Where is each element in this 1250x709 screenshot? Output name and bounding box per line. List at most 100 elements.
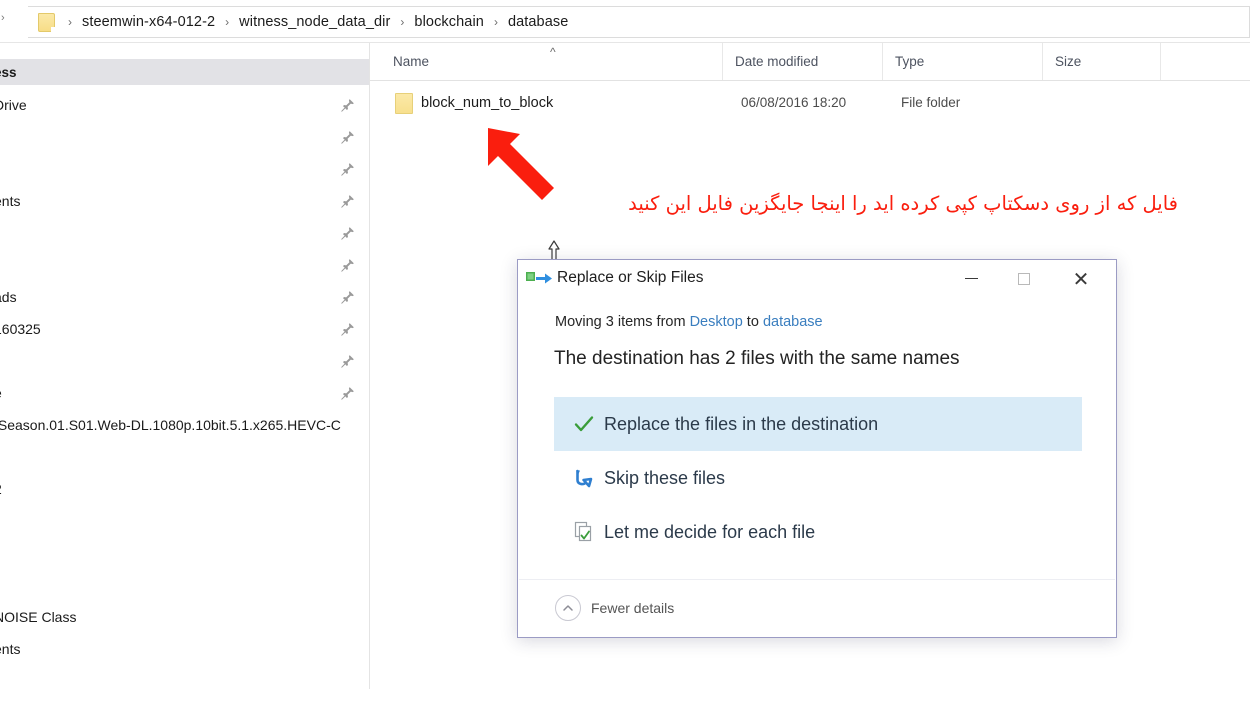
column-header-date-modified[interactable]: Date modified [722, 43, 882, 80]
sidebar-item[interactable]: 160325 [0, 313, 369, 345]
sidebar-item[interactable]: ads [0, 281, 369, 313]
option-skip-files[interactable]: Skip these files [554, 451, 1082, 505]
sidebar-item-label: 160325 [0, 321, 41, 337]
option-decide-each-file[interactable]: Let me decide for each file [554, 505, 1082, 559]
column-header-date-label: Date modified [735, 54, 819, 69]
column-headers: Name ^ Date modified Type Size [370, 43, 1250, 81]
sidebar-item[interactable]: NOISE Class [0, 601, 369, 633]
sidebar-item-label: 2 [0, 481, 2, 497]
source-location-link[interactable]: Desktop [690, 314, 743, 330]
breadcrumb[interactable]: › steemwin-x64-012-2 › witness_node_data… [28, 6, 1250, 38]
replace-or-skip-files-dialog: Replace or Skip Files ✕ Moving 3 items f… [517, 259, 1117, 638]
sidebar-item[interactable] [0, 537, 369, 569]
file-type: File folder [901, 95, 961, 110]
sidebar-item[interactable] [0, 121, 369, 153]
column-header-spacer [1160, 43, 1161, 80]
breadcrumb-item-0[interactable]: steemwin-x64-012-2 [81, 12, 216, 32]
minimize-icon [964, 277, 978, 280]
column-header-type-label: Type [895, 54, 925, 69]
blue-undo-arrow-icon [573, 467, 595, 489]
sidebar-item[interactable]: e [0, 377, 369, 409]
breadcrumb-overflow-chevron-icon[interactable]: › [1, 13, 5, 24]
sidebar-item-label: .Season.01.S01.Web-DL.1080p.10bit.5.1.x2… [0, 417, 341, 433]
dialog-subtitle-prefix: Moving 3 items from [555, 314, 690, 330]
option-decide-each-file-label: Let me decide for each file [604, 521, 816, 542]
sidebar-item[interactable]: 2 [0, 473, 369, 505]
breadcrumb-separator-icon: › [225, 15, 230, 29]
dialog-subtitle: Moving 3 items from Desktop to database [555, 314, 823, 330]
green-check-icon [573, 413, 595, 435]
chevron-up-circle-icon [555, 595, 581, 621]
close-button[interactable]: ✕ [1058, 260, 1104, 297]
sidebar-item[interactable] [0, 569, 369, 601]
breadcrumb-separator-icon: › [68, 15, 72, 29]
minimize-button[interactable] [948, 260, 994, 297]
destination-location-link[interactable]: database [763, 314, 823, 330]
sidebar-item[interactable]: ents [0, 633, 369, 665]
quick-access-header-label: ess [0, 64, 17, 80]
file-date-modified: 06/08/2016 18:20 [741, 95, 847, 110]
screen-root: › › steemwin-x64-012-2 › witness_node_da… [0, 0, 1250, 709]
move-files-icon [526, 272, 552, 284]
sidebar-item-label: ents [0, 193, 21, 209]
sidebar-item[interactable] [0, 153, 369, 185]
dialog-title-bar[interactable]: Replace or Skip Files ✕ [518, 260, 1116, 297]
sidebar-item[interactable] [0, 217, 369, 249]
sidebar-item-label: ads [0, 289, 17, 305]
annotation-text: فایل که از روی دسکتاپ کپی کرده اید را ای… [628, 192, 1178, 215]
folder-icon [38, 12, 55, 32]
pin-icon[interactable] [341, 98, 355, 112]
pin-icon[interactable] [341, 386, 355, 400]
sidebar-item-label: Drive [0, 97, 27, 113]
documents-check-icon [573, 521, 595, 543]
pin-icon[interactable] [341, 354, 355, 368]
breadcrumb-separator-icon: › [400, 15, 405, 29]
conflict-options-list: Replace the files in the destination Ski… [554, 397, 1082, 559]
sidebar-item-label: e [0, 385, 2, 401]
pin-icon[interactable] [341, 130, 355, 144]
fewer-details-label: Fewer details [591, 600, 675, 616]
option-replace-files[interactable]: Replace the files in the destination [554, 397, 1082, 451]
sidebar-item[interactable] [0, 441, 369, 473]
quick-access-header: ess [0, 59, 369, 85]
option-replace-files-label: Replace the files in the destination [604, 413, 879, 434]
pin-icon[interactable] [341, 258, 355, 272]
option-skip-files-label: Skip these files [604, 467, 726, 488]
sidebar-item[interactable] [0, 505, 369, 537]
pin-icon[interactable] [341, 162, 355, 176]
sidebar-item[interactable]: Drive [0, 89, 369, 121]
table-row[interactable]: block_num_to_block 06/08/2016 18:20 File… [370, 86, 1250, 119]
maximize-button[interactable] [1001, 260, 1047, 297]
close-icon: ✕ [1072, 266, 1090, 291]
sort-ascending-icon: ^ [550, 45, 556, 59]
column-header-type[interactable]: Type [882, 43, 1042, 80]
column-header-size[interactable]: Size [1042, 43, 1160, 80]
address-bar: › › steemwin-x64-012-2 › witness_node_da… [0, 0, 1250, 43]
navigation-pane: ess Drive ents ads 160325 e .Season.01.S01.We… [0, 43, 370, 689]
dialog-footer: Fewer details [519, 579, 1115, 637]
pin-icon[interactable] [341, 226, 355, 240]
breadcrumb-separator-icon: › [493, 15, 498, 29]
sidebar-item[interactable]: ents [0, 185, 369, 217]
column-header-size-label: Size [1055, 54, 1082, 69]
sidebar-item[interactable]: .Season.01.S01.Web-DL.1080p.10bit.5.1.x2… [0, 409, 369, 441]
breadcrumb-item-1[interactable]: witness_node_data_dir [238, 12, 391, 32]
fewer-details-button[interactable]: Fewer details [555, 595, 674, 621]
file-name: block_num_to_block [421, 94, 554, 111]
sidebar-item-label: ents [0, 641, 21, 657]
column-header-name[interactable]: Name ^ [370, 43, 722, 80]
pin-icon[interactable] [341, 322, 355, 336]
breadcrumb-item-2[interactable]: blockchain [413, 12, 485, 32]
sidebar-item[interactable] [0, 345, 369, 377]
pin-icon[interactable] [341, 290, 355, 304]
breadcrumb-item-3[interactable]: database [507, 12, 569, 32]
dialog-title: Replace or Skip Files [557, 269, 704, 286]
dialog-subtitle-middle: to [742, 314, 763, 330]
pin-icon[interactable] [341, 194, 355, 208]
navigation-list: Drive ents ads 160325 e .Season.01.S01.Web-DL… [0, 89, 369, 665]
dialog-heading: The destination has 2 files with the sam… [554, 348, 960, 369]
maximize-icon [1018, 272, 1030, 285]
sidebar-item[interactable] [0, 249, 369, 281]
column-header-name-label: Name [393, 54, 430, 69]
sidebar-item-label: NOISE Class [0, 609, 77, 625]
